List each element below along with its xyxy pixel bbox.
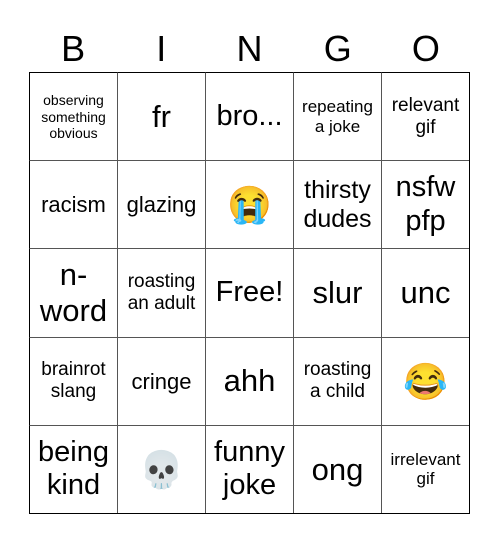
- bingo-cell[interactable]: 😂: [381, 336, 469, 425]
- cell-text: being kind: [38, 436, 109, 502]
- skull-icon: 💀: [139, 448, 184, 490]
- bingo-cell[interactable]: ong: [293, 424, 381, 513]
- bingo-cell[interactable]: observing something obvious: [29, 72, 117, 161]
- cell-text: unc: [400, 275, 451, 311]
- bingo-cell[interactable]: being kind: [29, 424, 117, 513]
- bingo-cell[interactable]: funny joke: [205, 424, 293, 513]
- cell-text: observing something obvious: [41, 92, 106, 141]
- bingo-cell[interactable]: roasting an adult: [117, 248, 205, 337]
- header-letter-i: I: [156, 28, 167, 69]
- cell-text: slur: [312, 275, 363, 311]
- bingo-cell[interactable]: 😭: [205, 160, 293, 249]
- bingo-cell[interactable]: 💀: [117, 424, 205, 513]
- bingo-cell[interactable]: unc: [381, 248, 469, 337]
- bingo-cell[interactable]: n-word: [29, 248, 117, 337]
- cell-text: glazing: [126, 192, 197, 218]
- bingo-cell[interactable]: irrelevant gif: [381, 424, 469, 513]
- cell-text: fr: [152, 98, 171, 134]
- cell-text: roasting a child: [303, 359, 372, 403]
- bingo-cell[interactable]: slur: [293, 248, 381, 337]
- bingo-cell[interactable]: ahh: [205, 336, 293, 425]
- bingo-cell[interactable]: brainrot slang: [29, 336, 117, 425]
- cell-text: bro...: [216, 99, 283, 132]
- cell-text: brainrot slang: [41, 359, 106, 403]
- cell-text: roasting an adult: [127, 271, 196, 314]
- bingo-cell[interactable]: repeating a joke: [293, 72, 381, 161]
- bingo-header: B I N G O: [29, 26, 470, 72]
- bingo-cell[interactable]: cringe: [117, 336, 205, 425]
- free-space-label: Free!: [215, 276, 284, 309]
- bingo-cell[interactable]: bro...: [205, 72, 293, 161]
- bingo-cell[interactable]: nsfw pfp: [381, 160, 469, 249]
- cell-text: ong: [311, 451, 364, 487]
- bingo-cell[interactable]: roasting a child: [293, 336, 381, 425]
- bingo-cell[interactable]: relevant gif: [381, 72, 469, 161]
- header-letter-b: B: [61, 28, 86, 69]
- cell-text: n-word: [39, 257, 108, 328]
- bingo-cell[interactable]: thirsty dudes: [293, 160, 381, 249]
- free-space-cell[interactable]: Free!: [205, 248, 293, 337]
- cell-text: nsfw pfp: [395, 171, 456, 237]
- cell-text: funny joke: [214, 436, 285, 502]
- bingo-card-grid: observing something obvious fr bro... re…: [29, 72, 470, 514]
- cell-text: irrelevant gif: [390, 449, 461, 489]
- header-letter-o: O: [411, 28, 440, 69]
- loudly-crying-face-icon: 😭: [227, 184, 272, 226]
- bingo-cell[interactable]: glazing: [117, 160, 205, 249]
- header-letter-g: G: [323, 28, 352, 69]
- cell-text: repeating a joke: [302, 97, 373, 136]
- cell-text: relevant gif: [391, 94, 460, 138]
- cell-text: thirsty dudes: [303, 176, 372, 233]
- tears-of-joy-face-icon: 😂: [403, 360, 448, 402]
- header-letter-n: N: [236, 28, 263, 69]
- cell-text: ahh: [223, 363, 276, 399]
- cell-text: racism: [41, 192, 106, 218]
- cell-text: cringe: [131, 368, 192, 394]
- bingo-cell[interactable]: racism: [29, 160, 117, 249]
- bingo-cell[interactable]: fr: [117, 72, 205, 161]
